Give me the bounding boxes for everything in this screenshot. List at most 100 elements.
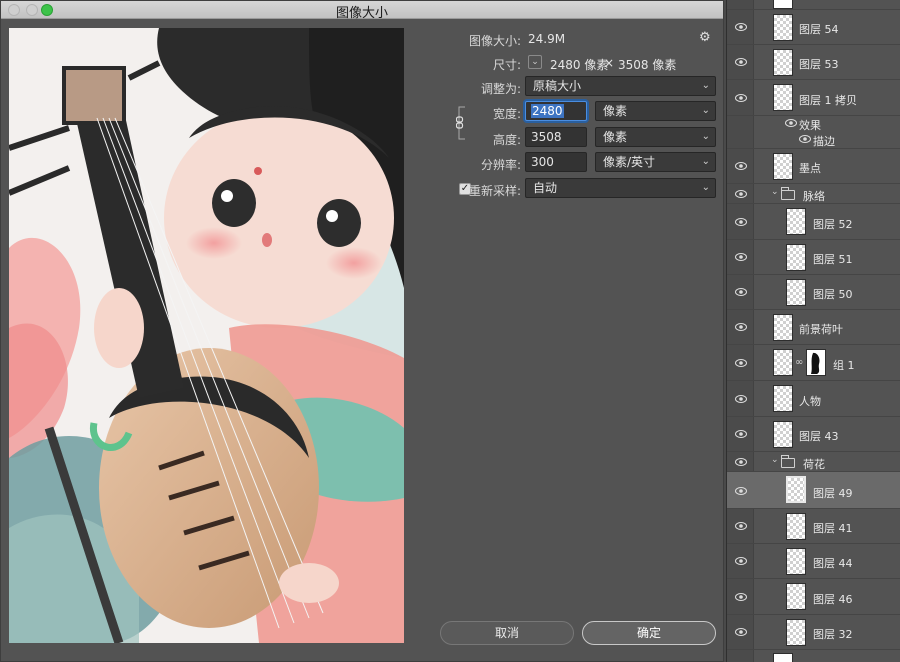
eye-icon[interactable] (735, 162, 747, 170)
resample-dropdown[interactable]: 自动 ⌄ (525, 178, 716, 198)
layer-name[interactable]: 图层 49 (813, 485, 853, 501)
chevron-down-icon: ⌄ (701, 131, 710, 142)
fit-to-label: 调整为: (480, 82, 521, 96)
layer-row[interactable]: 图层 43 (727, 417, 900, 452)
resolution-value: 300 (531, 155, 554, 169)
chevron-down-icon[interactable]: ⌄ (771, 187, 779, 197)
layer-row[interactable]: 图层 32 (727, 615, 900, 650)
eye-icon[interactable] (735, 487, 747, 495)
artwork-illustration (9, 28, 404, 643)
eye-icon[interactable] (735, 522, 747, 530)
eye-icon[interactable] (735, 430, 747, 438)
eye-icon[interactable] (735, 253, 747, 261)
layer-name[interactable]: 前景荷叶 (799, 321, 843, 337)
gear-icon[interactable]: ⚙ (699, 30, 711, 45)
layer-thumbnail (773, 49, 793, 76)
layer-row[interactable]: 人物 (727, 381, 900, 417)
eye-icon[interactable] (735, 23, 747, 31)
group-row[interactable]: ⌄ 脉络 (727, 184, 900, 204)
dimensions-height-value: 3508 像素 (618, 58, 677, 72)
layer-name[interactable]: 图层 51 (813, 251, 853, 267)
eye-icon[interactable] (735, 395, 747, 403)
layer-name[interactable]: 图层 44 (813, 555, 853, 571)
layer-thumbnail (786, 476, 806, 503)
fit-to-value: 原稿大小 (533, 79, 582, 93)
height-input[interactable]: 3508 (525, 127, 587, 147)
layer-row[interactable]: 图层 1 拷贝 (727, 80, 900, 116)
dimensions-label: 尺寸: (492, 58, 521, 72)
eye-icon[interactable] (735, 288, 747, 296)
width-unit-dropdown[interactable]: 像素 ⌄ (595, 101, 716, 121)
layer-thumbnail (773, 153, 793, 180)
layer-row[interactable]: 图层 46 (727, 579, 900, 615)
layer-row[interactable]: 图层 41 (727, 509, 900, 544)
layer-thumbnail (786, 619, 806, 646)
resolution-unit-dropdown[interactable]: 像素/英寸 ⌄ (595, 152, 716, 172)
layer-name[interactable]: 图层 32 (813, 626, 853, 642)
resolution-input[interactable]: 300 (525, 152, 587, 172)
eye-icon[interactable] (735, 557, 747, 565)
layer-name[interactable]: 图层 54 (799, 21, 839, 37)
height-label: 高度: (492, 133, 521, 147)
eye-icon[interactable] (735, 94, 747, 102)
height-unit-dropdown[interactable]: 像素 ⌄ (595, 127, 716, 147)
effects-row[interactable]: 效果 (727, 116, 900, 132)
layer-row[interactable]: 图层 51 (727, 240, 900, 275)
layer-thumbnail (773, 0, 793, 9)
eye-icon[interactable] (735, 190, 747, 198)
layer-thumbnail (773, 421, 793, 448)
eye-icon[interactable] (735, 359, 747, 367)
group-name[interactable]: 脉络 (803, 188, 825, 204)
layer-name[interactable]: 图层 52 (813, 216, 853, 232)
eye-icon[interactable] (735, 58, 747, 66)
layer-row[interactable]: 前景荷叶 (727, 310, 900, 345)
layer-thumbnail (773, 653, 793, 662)
layer-name[interactable]: 图层 43 (799, 428, 839, 444)
layer-row-partial-bottom (727, 650, 900, 662)
layer-name[interactable]: 图层 41 (813, 520, 853, 536)
layer-name[interactable]: 组 1 (833, 357, 855, 373)
chevron-down-icon[interactable]: ⌄ (771, 455, 779, 465)
width-input[interactable]: 2480 (525, 101, 587, 121)
eye-icon[interactable] (735, 323, 747, 331)
dimensions-chevron-icon[interactable]: ⌄ (528, 55, 542, 69)
layer-name[interactable]: 图层 50 (813, 286, 853, 302)
eye-icon[interactable] (735, 593, 747, 601)
layers-panel: 图层 54 图层 53 图层 1 拷贝 效果 描边 墨点 ⌄ 脉络 图层 52 (726, 0, 900, 662)
eye-icon[interactable] (799, 135, 811, 143)
fit-to-dropdown[interactable]: 原稿大小 ⌄ (525, 76, 716, 96)
effect-stroke-row[interactable]: 描边 (727, 131, 900, 149)
layer-row[interactable]: 图层 53 (727, 45, 900, 80)
layer-name[interactable]: 图层 53 (799, 56, 839, 72)
layer-name[interactable]: 墨点 (799, 160, 821, 176)
layer-row[interactable]: 图层 50 (727, 275, 900, 310)
dialog-titlebar[interactable]: 图像大小 (1, 1, 723, 21)
layer-row[interactable]: 图层 44 (727, 544, 900, 579)
layer-mask-thumbnail[interactable] (806, 349, 826, 376)
layer-row[interactable]: 图层 54 (727, 10, 900, 45)
group-name[interactable]: 荷花 (803, 456, 825, 472)
dialog-title: 图像大小 (335, 6, 388, 21)
eye-icon[interactable] (735, 458, 747, 466)
eye-icon[interactable] (735, 218, 747, 226)
chevron-down-icon: ⌄ (701, 80, 710, 91)
layer-thumbnail (786, 583, 806, 610)
image-preview[interactable] (9, 28, 404, 643)
eye-icon[interactable] (735, 628, 747, 636)
group-row[interactable]: ⌄ 荷花 (727, 452, 900, 472)
chevron-down-icon: ⌄ (701, 156, 710, 167)
ok-button[interactable]: 确定 (582, 621, 716, 645)
eye-icon[interactable] (785, 119, 797, 127)
layer-row[interactable]: ∞ 组 1 (727, 345, 900, 381)
layer-row[interactable]: 图层 52 (727, 204, 900, 240)
layer-row-partial-top (727, 0, 900, 10)
dimensions-width-value: 2480 像素 (550, 58, 609, 72)
layer-name[interactable]: 图层 46 (813, 591, 853, 607)
cancel-button[interactable]: 取消 (440, 621, 574, 645)
width-label: 宽度: (492, 107, 521, 121)
layer-row-selected[interactable]: 图层 49 (727, 472, 900, 509)
effect-stroke-label: 描边 (813, 135, 835, 148)
layer-name[interactable]: 图层 1 拷贝 (799, 92, 857, 108)
layer-row[interactable]: 墨点 (727, 149, 900, 184)
layer-name[interactable]: 人物 (799, 393, 821, 409)
